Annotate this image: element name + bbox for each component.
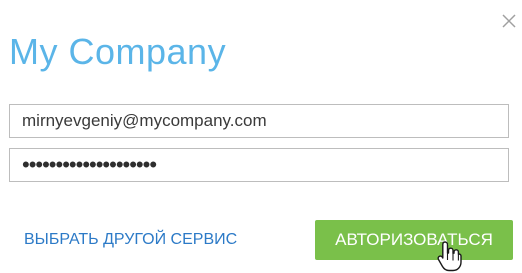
authorize-button[interactable]: АВТОРИЗОВАТЬСЯ [315,220,513,260]
close-button[interactable] [500,12,518,30]
close-icon [502,14,516,28]
email-field[interactable] [9,104,509,138]
choose-other-service-link[interactable]: ВЫБРАТЬ ДРУГОЙ СЕРВИС [24,231,237,249]
login-dialog: My Company ВЫБРАТЬ ДРУГОЙ СЕРВИС АВТОРИЗ… [0,0,522,273]
hand-pointer-icon [437,241,462,272]
dialog-title: My Company [9,31,227,72]
password-field[interactable] [9,148,509,182]
